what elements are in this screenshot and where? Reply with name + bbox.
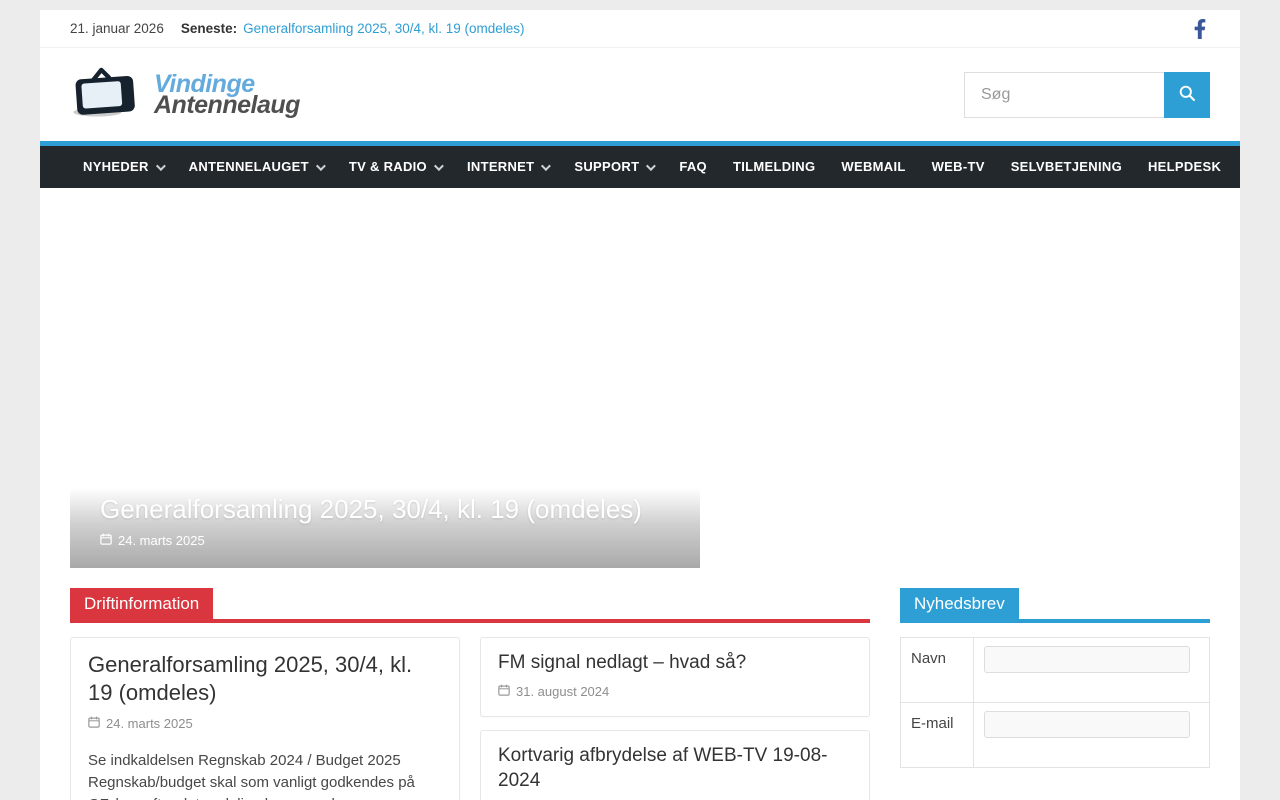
- facebook-icon[interactable]: [1190, 18, 1210, 39]
- email-field[interactable]: [984, 711, 1190, 738]
- site-title-line2: Antennelaug: [154, 90, 300, 119]
- nav-item-tv-radio[interactable]: TV & RADIO: [336, 146, 454, 188]
- nav-item-faq[interactable]: FAQ: [666, 146, 720, 188]
- article-excerpt: Se indkaldelsen Regnskab 2024 / Budget 2…: [88, 750, 442, 800]
- article-card: Generalforsamling 2025, 30/4, kl. 19 (om…: [70, 637, 460, 800]
- section-heading-nyhedsbrev: Nyhedsbrev: [900, 588, 1210, 623]
- article-excerpt-line: Se indkaldelsen Regnskab 2024 / Budget 2…: [88, 752, 401, 770]
- calendar-icon: [88, 716, 100, 731]
- newsletter-name-row: Navn: [900, 637, 1210, 703]
- search-input[interactable]: [964, 71, 1164, 118]
- calendar-icon: [100, 533, 112, 548]
- site-title: Vindinge Antennelaug: [154, 71, 300, 119]
- newsletter-email-row: E-mail: [900, 702, 1210, 768]
- article-date: 31. august 2024: [498, 684, 852, 699]
- top-bar: 21. januar 2026 Seneste: Generalforsamli…: [40, 10, 1240, 48]
- slide-caption: Generalforsamling 2025, 30/4, kl. 19 (om…: [70, 488, 700, 568]
- latest-news-ticker: Seneste: Generalforsamling 2025, 30/4, k…: [181, 21, 525, 36]
- nav-item-nyheder[interactable]: NYHEDER: [70, 146, 176, 188]
- email-label: E-mail: [900, 702, 974, 768]
- tv-icon: [70, 67, 148, 122]
- slide-date: 24. marts 2025: [100, 533, 670, 548]
- article-date: 24. marts 2025: [88, 716, 442, 731]
- article-excerpt-line: Regnskab/budget skal som vanligt godkend…: [88, 774, 415, 800]
- newsletter-form: Navn E-mail: [900, 637, 1210, 768]
- current-date: 21. januar 2026: [70, 21, 164, 36]
- name-label: Navn: [900, 637, 974, 703]
- nav-item-helpdesk[interactable]: HELPDESK: [1135, 146, 1234, 188]
- main-navigation: NYHEDER ANTENNELAUGET TV & RADIO INTERNE…: [40, 141, 1240, 188]
- article-title[interactable]: Kortvarig afbrydelse af WEB-TV 19-08-202…: [498, 744, 852, 793]
- site-header: Vindinge Antennelaug: [40, 48, 1240, 141]
- search-form: [964, 71, 1210, 118]
- nav-item-selvbetjening[interactable]: SELVBETJENING: [998, 146, 1135, 188]
- main-area: Driftinformation Generalforsamling 2025,…: [40, 568, 1240, 800]
- chevron-down-icon: [541, 160, 552, 171]
- site-logo[interactable]: Vindinge Antennelaug: [70, 67, 300, 122]
- articles-column-right: FM signal nedlagt – hvad så? 31. august …: [480, 637, 870, 800]
- chevron-down-icon: [646, 160, 657, 171]
- driftinformation-section: Driftinformation Generalforsamling 2025,…: [70, 588, 870, 800]
- section-heading-driftinformation: Driftinformation: [70, 588, 870, 623]
- article-card: FM signal nedlagt – hvad så? 31. august …: [480, 637, 870, 718]
- nav-item-web-tv[interactable]: WEB-TV: [919, 146, 998, 188]
- latest-label: Seneste:: [180, 21, 238, 36]
- slide-title[interactable]: Generalforsamling 2025, 30/4, kl. 19 (om…: [100, 494, 670, 525]
- article-card: Kortvarig afbrydelse af WEB-TV 19-08-202…: [480, 730, 870, 800]
- magnifier-icon: [1178, 84, 1197, 106]
- name-field[interactable]: [984, 646, 1190, 673]
- calendar-icon: [498, 684, 510, 699]
- page-container: 21. januar 2026 Seneste: Generalforsamli…: [40, 10, 1240, 800]
- section-heading-label: Nyhedsbrev: [900, 588, 1019, 621]
- articles-column-left: Generalforsamling 2025, 30/4, kl. 19 (om…: [70, 637, 460, 800]
- nav-item-tilmelding[interactable]: TILMELDING: [720, 146, 828, 188]
- article-title[interactable]: Generalforsamling 2025, 30/4, kl. 19 (om…: [88, 651, 442, 707]
- featured-slider[interactable]: Generalforsamling 2025, 30/4, kl. 19 (om…: [70, 196, 700, 568]
- nav-item-webmail[interactable]: WEBMAIL: [828, 146, 918, 188]
- article-title[interactable]: FM signal nedlagt – hvad så?: [498, 651, 852, 675]
- chevron-down-icon: [315, 160, 326, 171]
- nav-item-support[interactable]: SUPPORT: [561, 146, 666, 188]
- newsletter-widget: Nyhedsbrev Navn E-mail: [900, 588, 1210, 800]
- chevron-down-icon: [155, 160, 166, 171]
- nav-item-antennelauget[interactable]: ANTENNELAUGET: [176, 146, 336, 188]
- nav-item-internet[interactable]: INTERNET: [454, 146, 561, 188]
- section-heading-label: Driftinformation: [70, 588, 214, 621]
- chevron-down-icon: [433, 160, 444, 171]
- latest-news-link[interactable]: Generalforsamling 2025, 30/4, kl. 19 (om…: [243, 21, 524, 36]
- search-button[interactable]: [1164, 71, 1210, 118]
